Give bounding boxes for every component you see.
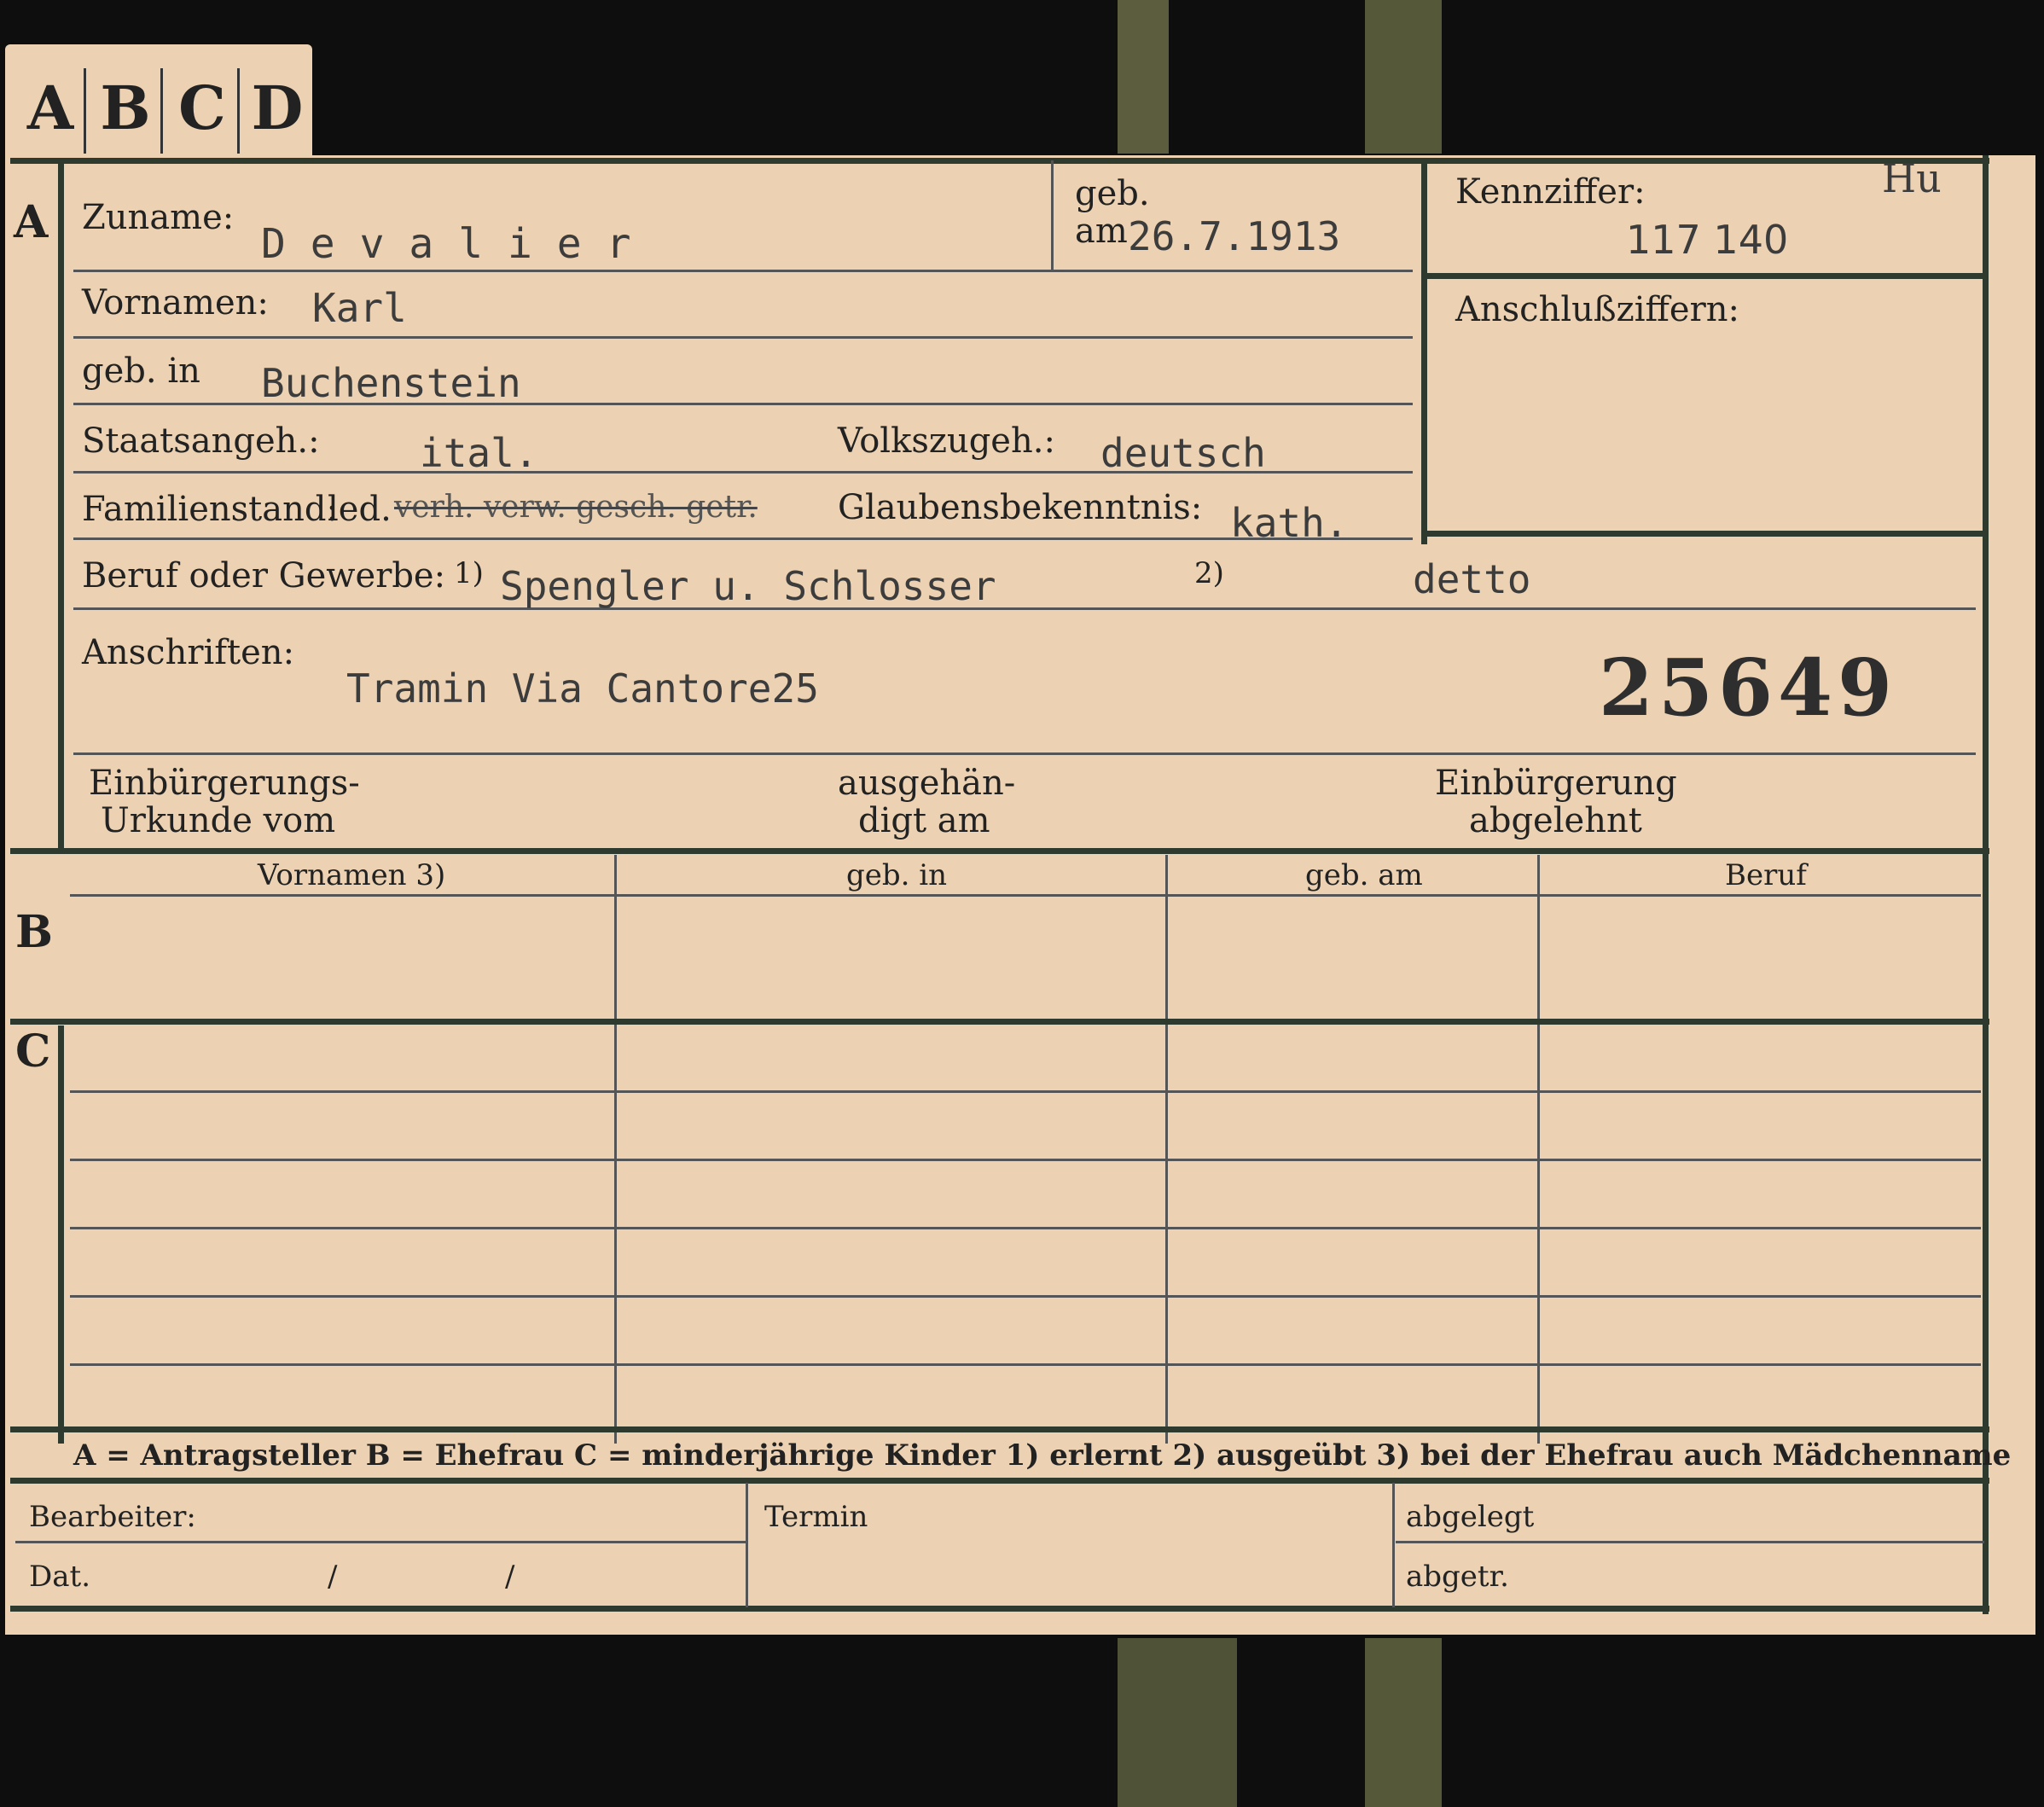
naturalization-label-line1: Einbürgerungs- bbox=[89, 764, 360, 803]
profession-practiced-value: detto bbox=[1413, 556, 1531, 602]
address-value: Tramin Via Cantore25 bbox=[346, 665, 819, 712]
table-bottom bbox=[10, 1426, 1989, 1432]
footer-divider bbox=[746, 1483, 748, 1607]
section-a-bottom bbox=[10, 848, 1989, 854]
tab-c[interactable]: C bbox=[165, 61, 239, 155]
table-row-line bbox=[70, 1227, 1981, 1229]
column-header-firstnames: Vornamen 3) bbox=[258, 858, 446, 892]
issued-label-line2: digt am bbox=[858, 801, 990, 840]
tab-divider bbox=[84, 68, 86, 154]
table-header-line bbox=[70, 894, 1981, 897]
profession-label: Beruf oder Gewerbe: bbox=[82, 556, 446, 596]
date-label: Dat. bbox=[29, 1560, 91, 1594]
tab-d[interactable]: D bbox=[241, 61, 314, 155]
footer-divider bbox=[1392, 1483, 1395, 1607]
naturalization-label-line2: Urkunde vom bbox=[101, 801, 336, 840]
frame-top bbox=[10, 158, 1989, 164]
family-status-label: Familienstand: bbox=[82, 490, 338, 529]
anschluss-label: Anschlußziffern: bbox=[1455, 290, 1739, 329]
date-divider bbox=[1051, 160, 1054, 271]
birth-date-value: 26.7.1913 bbox=[1128, 213, 1341, 259]
table-row-line bbox=[70, 1090, 1981, 1093]
term-label: Termin bbox=[764, 1500, 868, 1534]
table-row-line bbox=[70, 1295, 1981, 1298]
section-c-marker: C bbox=[15, 1026, 51, 1078]
column-header-profession: Beruf bbox=[1725, 858, 1807, 892]
row-line bbox=[73, 336, 1413, 339]
issued-label-line1: ausgehän- bbox=[838, 764, 1016, 803]
kennziffer-box-bottom bbox=[1421, 531, 1984, 537]
film-stripe bbox=[1118, 1638, 1237, 1807]
footer-row-line bbox=[1396, 1541, 1984, 1543]
ethnicity-value: deutsch bbox=[1100, 430, 1266, 476]
legend: A = Antragsteller B = Ehefrau C = minder… bbox=[73, 1438, 2012, 1473]
rejected-label-line2: abgelehnt bbox=[1469, 801, 1642, 840]
section-b-marker: B bbox=[15, 906, 53, 958]
kennziffer-value: 117 140 bbox=[1626, 217, 1789, 263]
stamp-number: 25649 bbox=[1599, 642, 1898, 734]
row-line bbox=[73, 607, 1976, 610]
tab-a[interactable]: A bbox=[14, 61, 87, 155]
column-divider bbox=[614, 855, 617, 1444]
naturalization-label: Einbürgerungs- Urkunde vom bbox=[89, 764, 360, 840]
address-label: Anschriften: bbox=[82, 633, 295, 672]
ethnicity-label: Volkszugeh.: bbox=[838, 421, 1055, 461]
register-tabs: A B C D bbox=[5, 44, 312, 164]
film-stripe bbox=[1365, 0, 1442, 154]
row-line bbox=[73, 270, 1413, 272]
film-stripe bbox=[1365, 1638, 1442, 1807]
tab-divider bbox=[237, 68, 240, 154]
column-header-birthplace: geb. in bbox=[846, 858, 948, 892]
legend-bottom bbox=[10, 1478, 1989, 1484]
profession-mark-2: 2) bbox=[1194, 556, 1224, 590]
family-status-value: led. bbox=[328, 490, 392, 529]
film-stripe bbox=[1118, 0, 1169, 154]
religion-label: Glaubensbekenntnis: bbox=[838, 488, 1203, 527]
family-status-struck: verh. verw. gesch. getr. bbox=[394, 490, 758, 525]
column-divider bbox=[1537, 855, 1540, 1444]
frame-right bbox=[1983, 155, 1989, 1614]
kennziffer-box-divider bbox=[1421, 273, 1984, 279]
kennziffer-box-left bbox=[1421, 160, 1427, 544]
citizenship-label: Staatsangeh.: bbox=[82, 421, 320, 461]
surname-label: Zuname: bbox=[82, 198, 235, 237]
table-row-line bbox=[70, 1363, 1981, 1366]
sent-label: abgetr. bbox=[1406, 1560, 1509, 1594]
row-line bbox=[73, 537, 1413, 540]
profession-learned-value: Spengler u. Schlosser bbox=[500, 563, 996, 609]
tab-b[interactable]: B bbox=[89, 61, 162, 155]
date-slash: / bbox=[505, 1560, 515, 1594]
birthplace-value: Buchenstein bbox=[261, 360, 521, 406]
born-label: geb. bbox=[1075, 174, 1150, 213]
date-slash: / bbox=[328, 1560, 338, 1594]
clerk-label: Bearbeiter: bbox=[29, 1500, 196, 1534]
filed-label: abgelegt bbox=[1406, 1500, 1535, 1534]
section-b-bottom bbox=[10, 1019, 1989, 1025]
row-line bbox=[73, 752, 1976, 755]
table-row-line bbox=[70, 1159, 1981, 1161]
tab-divider bbox=[160, 68, 163, 154]
footer-row-line bbox=[15, 1541, 747, 1543]
column-header-birthdate: geb. am bbox=[1305, 858, 1423, 892]
firstname-value: Karl bbox=[312, 285, 407, 331]
rejected-label-line1: Einbürgerung bbox=[1435, 764, 1677, 803]
surname-value: D e v a l i e r bbox=[261, 220, 631, 268]
registration-card: A B C Zuname: D e v a l i e r geb. am 26… bbox=[5, 155, 2035, 1635]
profession-mark-1: 1) bbox=[454, 556, 484, 590]
frame-bottom bbox=[10, 1606, 1989, 1612]
born-on-label: am bbox=[1075, 212, 1128, 251]
firstname-label: Vornamen: bbox=[82, 283, 269, 322]
column-divider bbox=[1165, 855, 1168, 1444]
kennziffer-label: Kennziffer: bbox=[1455, 172, 1646, 212]
naturalization-rejected-label: Einbürgerung abgelehnt bbox=[1435, 764, 1677, 840]
section-bar bbox=[58, 1026, 64, 1444]
section-bar bbox=[58, 160, 64, 851]
religion-value: kath. bbox=[1230, 500, 1349, 546]
birthplace-label: geb. in bbox=[82, 352, 200, 391]
issued-label: ausgehän- digt am bbox=[838, 764, 1015, 840]
citizenship-value: ital. bbox=[420, 430, 538, 476]
section-a-marker: A bbox=[14, 196, 49, 248]
kennziffer-note: Hu bbox=[1882, 155, 1942, 201]
